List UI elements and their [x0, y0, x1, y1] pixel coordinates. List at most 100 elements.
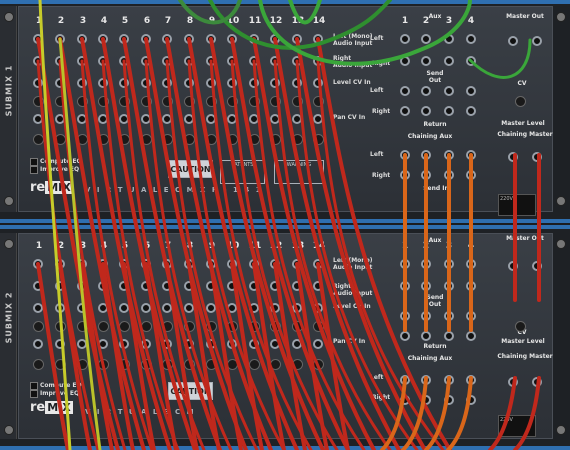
channel-level-cv-jack[interactable]: [162, 303, 172, 313]
channel-right-input-jack[interactable]: [249, 56, 259, 66]
chaining-master-jack[interactable]: [532, 152, 542, 162]
channel-level-cv-knob[interactable]: [55, 96, 66, 107]
chaining-master-jack[interactable]: [508, 377, 518, 387]
channel-left-input-jack[interactable]: [313, 34, 323, 44]
chaining-aux-right-jack[interactable]: [421, 170, 431, 180]
channel-right-input-jack[interactable]: [77, 56, 87, 66]
channel-pan-cv-knob[interactable]: [77, 359, 88, 370]
channel-level-cv-knob[interactable]: [184, 96, 195, 107]
channel-level-cv-knob[interactable]: [33, 96, 44, 107]
channel-right-input-jack[interactable]: [98, 56, 108, 66]
channel-level-cv-knob[interactable]: [249, 321, 260, 332]
channel-pan-cv-jack[interactable]: [162, 339, 172, 349]
channel-pan-cv-jack[interactable]: [313, 339, 323, 349]
channel-level-cv-knob[interactable]: [141, 96, 152, 107]
channel-level-cv-jack[interactable]: [33, 303, 43, 313]
channel-right-input-jack[interactable]: [33, 56, 43, 66]
channel-right-input-jack[interactable]: [313, 281, 323, 291]
channel-level-cv-knob[interactable]: [33, 321, 44, 332]
channel-level-cv-jack[interactable]: [249, 78, 259, 88]
channel-level-cv-jack[interactable]: [119, 78, 129, 88]
aux-return-right-jack[interactable]: [444, 331, 454, 341]
aux-return-right-jack[interactable]: [421, 331, 431, 341]
channel-level-cv-jack[interactable]: [141, 78, 151, 88]
channel-pan-cv-jack[interactable]: [184, 114, 194, 124]
channel-level-cv-knob[interactable]: [184, 321, 195, 332]
channel-level-cv-jack[interactable]: [249, 303, 259, 313]
aux-send-right-jack[interactable]: [444, 281, 454, 291]
channel-pan-cv-knob[interactable]: [206, 134, 217, 145]
channel-left-input-jack[interactable]: [141, 34, 151, 44]
aux-return-left-jack[interactable]: [400, 311, 410, 321]
channel-level-cv-knob[interactable]: [162, 96, 173, 107]
channel-left-input-jack[interactable]: [227, 34, 237, 44]
channel-left-input-jack[interactable]: [119, 259, 129, 269]
aux-send-right-jack[interactable]: [421, 281, 431, 291]
aux-return-right-jack[interactable]: [466, 106, 476, 116]
channel-left-input-jack[interactable]: [249, 34, 259, 44]
channel-right-input-jack[interactable]: [292, 281, 302, 291]
channel-left-input-jack[interactable]: [77, 259, 87, 269]
chaining-aux-left-jack[interactable]: [421, 375, 431, 385]
channel-left-input-jack[interactable]: [313, 259, 323, 269]
chaining-aux-left-jack[interactable]: [421, 150, 431, 160]
channel-pan-cv-knob[interactable]: [227, 359, 238, 370]
channel-pan-cv-jack[interactable]: [292, 339, 302, 349]
channel-left-input-jack[interactable]: [270, 259, 280, 269]
channel-pan-cv-jack[interactable]: [227, 114, 237, 124]
master-out-jack[interactable]: [508, 261, 518, 271]
channel-left-input-jack[interactable]: [270, 34, 280, 44]
aux-send-left-jack[interactable]: [400, 259, 410, 269]
channel-left-input-jack[interactable]: [184, 34, 194, 44]
channel-level-cv-jack[interactable]: [313, 303, 323, 313]
channel-level-cv-jack[interactable]: [270, 78, 280, 88]
channel-left-input-jack[interactable]: [33, 34, 43, 44]
channel-left-input-jack[interactable]: [162, 259, 172, 269]
aux-return-left-jack[interactable]: [421, 86, 431, 96]
aux-return-left-jack[interactable]: [400, 86, 410, 96]
master-level-knob[interactable]: [515, 321, 526, 332]
master-out-jack[interactable]: [508, 36, 518, 46]
channel-pan-cv-knob[interactable]: [119, 359, 130, 370]
channel-level-cv-knob[interactable]: [227, 321, 238, 332]
channel-level-cv-knob[interactable]: [313, 321, 324, 332]
channel-level-cv-jack[interactable]: [206, 78, 216, 88]
compute-eq-led[interactable]: [30, 382, 38, 390]
channel-level-cv-jack[interactable]: [77, 303, 87, 313]
channel-pan-cv-knob[interactable]: [184, 359, 195, 370]
channel-pan-cv-jack[interactable]: [55, 339, 65, 349]
aux-return-right-jack[interactable]: [400, 331, 410, 341]
channel-left-input-jack[interactable]: [77, 34, 87, 44]
channel-pan-cv-knob[interactable]: [33, 359, 44, 370]
channel-level-cv-knob[interactable]: [55, 321, 66, 332]
channel-level-cv-jack[interactable]: [184, 78, 194, 88]
channel-level-cv-knob[interactable]: [77, 321, 88, 332]
channel-pan-cv-knob[interactable]: [249, 134, 260, 145]
channel-right-input-jack[interactable]: [162, 56, 172, 66]
improve-eq-led[interactable]: [30, 166, 38, 174]
channel-pan-cv-knob[interactable]: [141, 134, 152, 145]
aux-send-right-jack[interactable]: [444, 56, 454, 66]
channel-level-cv-jack[interactable]: [313, 78, 323, 88]
channel-right-input-jack[interactable]: [98, 281, 108, 291]
aux-send-right-jack[interactable]: [466, 281, 476, 291]
aux-return-right-jack[interactable]: [466, 331, 476, 341]
aux-send-left-jack[interactable]: [466, 34, 476, 44]
chaining-aux-right-jack[interactable]: [466, 395, 476, 405]
channel-left-input-jack[interactable]: [98, 34, 108, 44]
channel-pan-cv-knob[interactable]: [162, 134, 173, 145]
master-out-jack[interactable]: [532, 261, 542, 271]
aux-send-left-jack[interactable]: [444, 259, 454, 269]
aux-return-left-jack[interactable]: [466, 86, 476, 96]
chaining-aux-left-jack[interactable]: [400, 150, 410, 160]
aux-return-right-jack[interactable]: [400, 106, 410, 116]
channel-level-cv-knob[interactable]: [292, 321, 303, 332]
channel-level-cv-knob[interactable]: [98, 321, 109, 332]
channel-level-cv-knob[interactable]: [206, 96, 217, 107]
channel-left-input-jack[interactable]: [162, 34, 172, 44]
channel-pan-cv-knob[interactable]: [55, 359, 66, 370]
channel-pan-cv-jack[interactable]: [206, 339, 216, 349]
channel-left-input-jack[interactable]: [249, 259, 259, 269]
channel-pan-cv-jack[interactable]: [141, 114, 151, 124]
channel-pan-cv-knob[interactable]: [313, 359, 324, 370]
